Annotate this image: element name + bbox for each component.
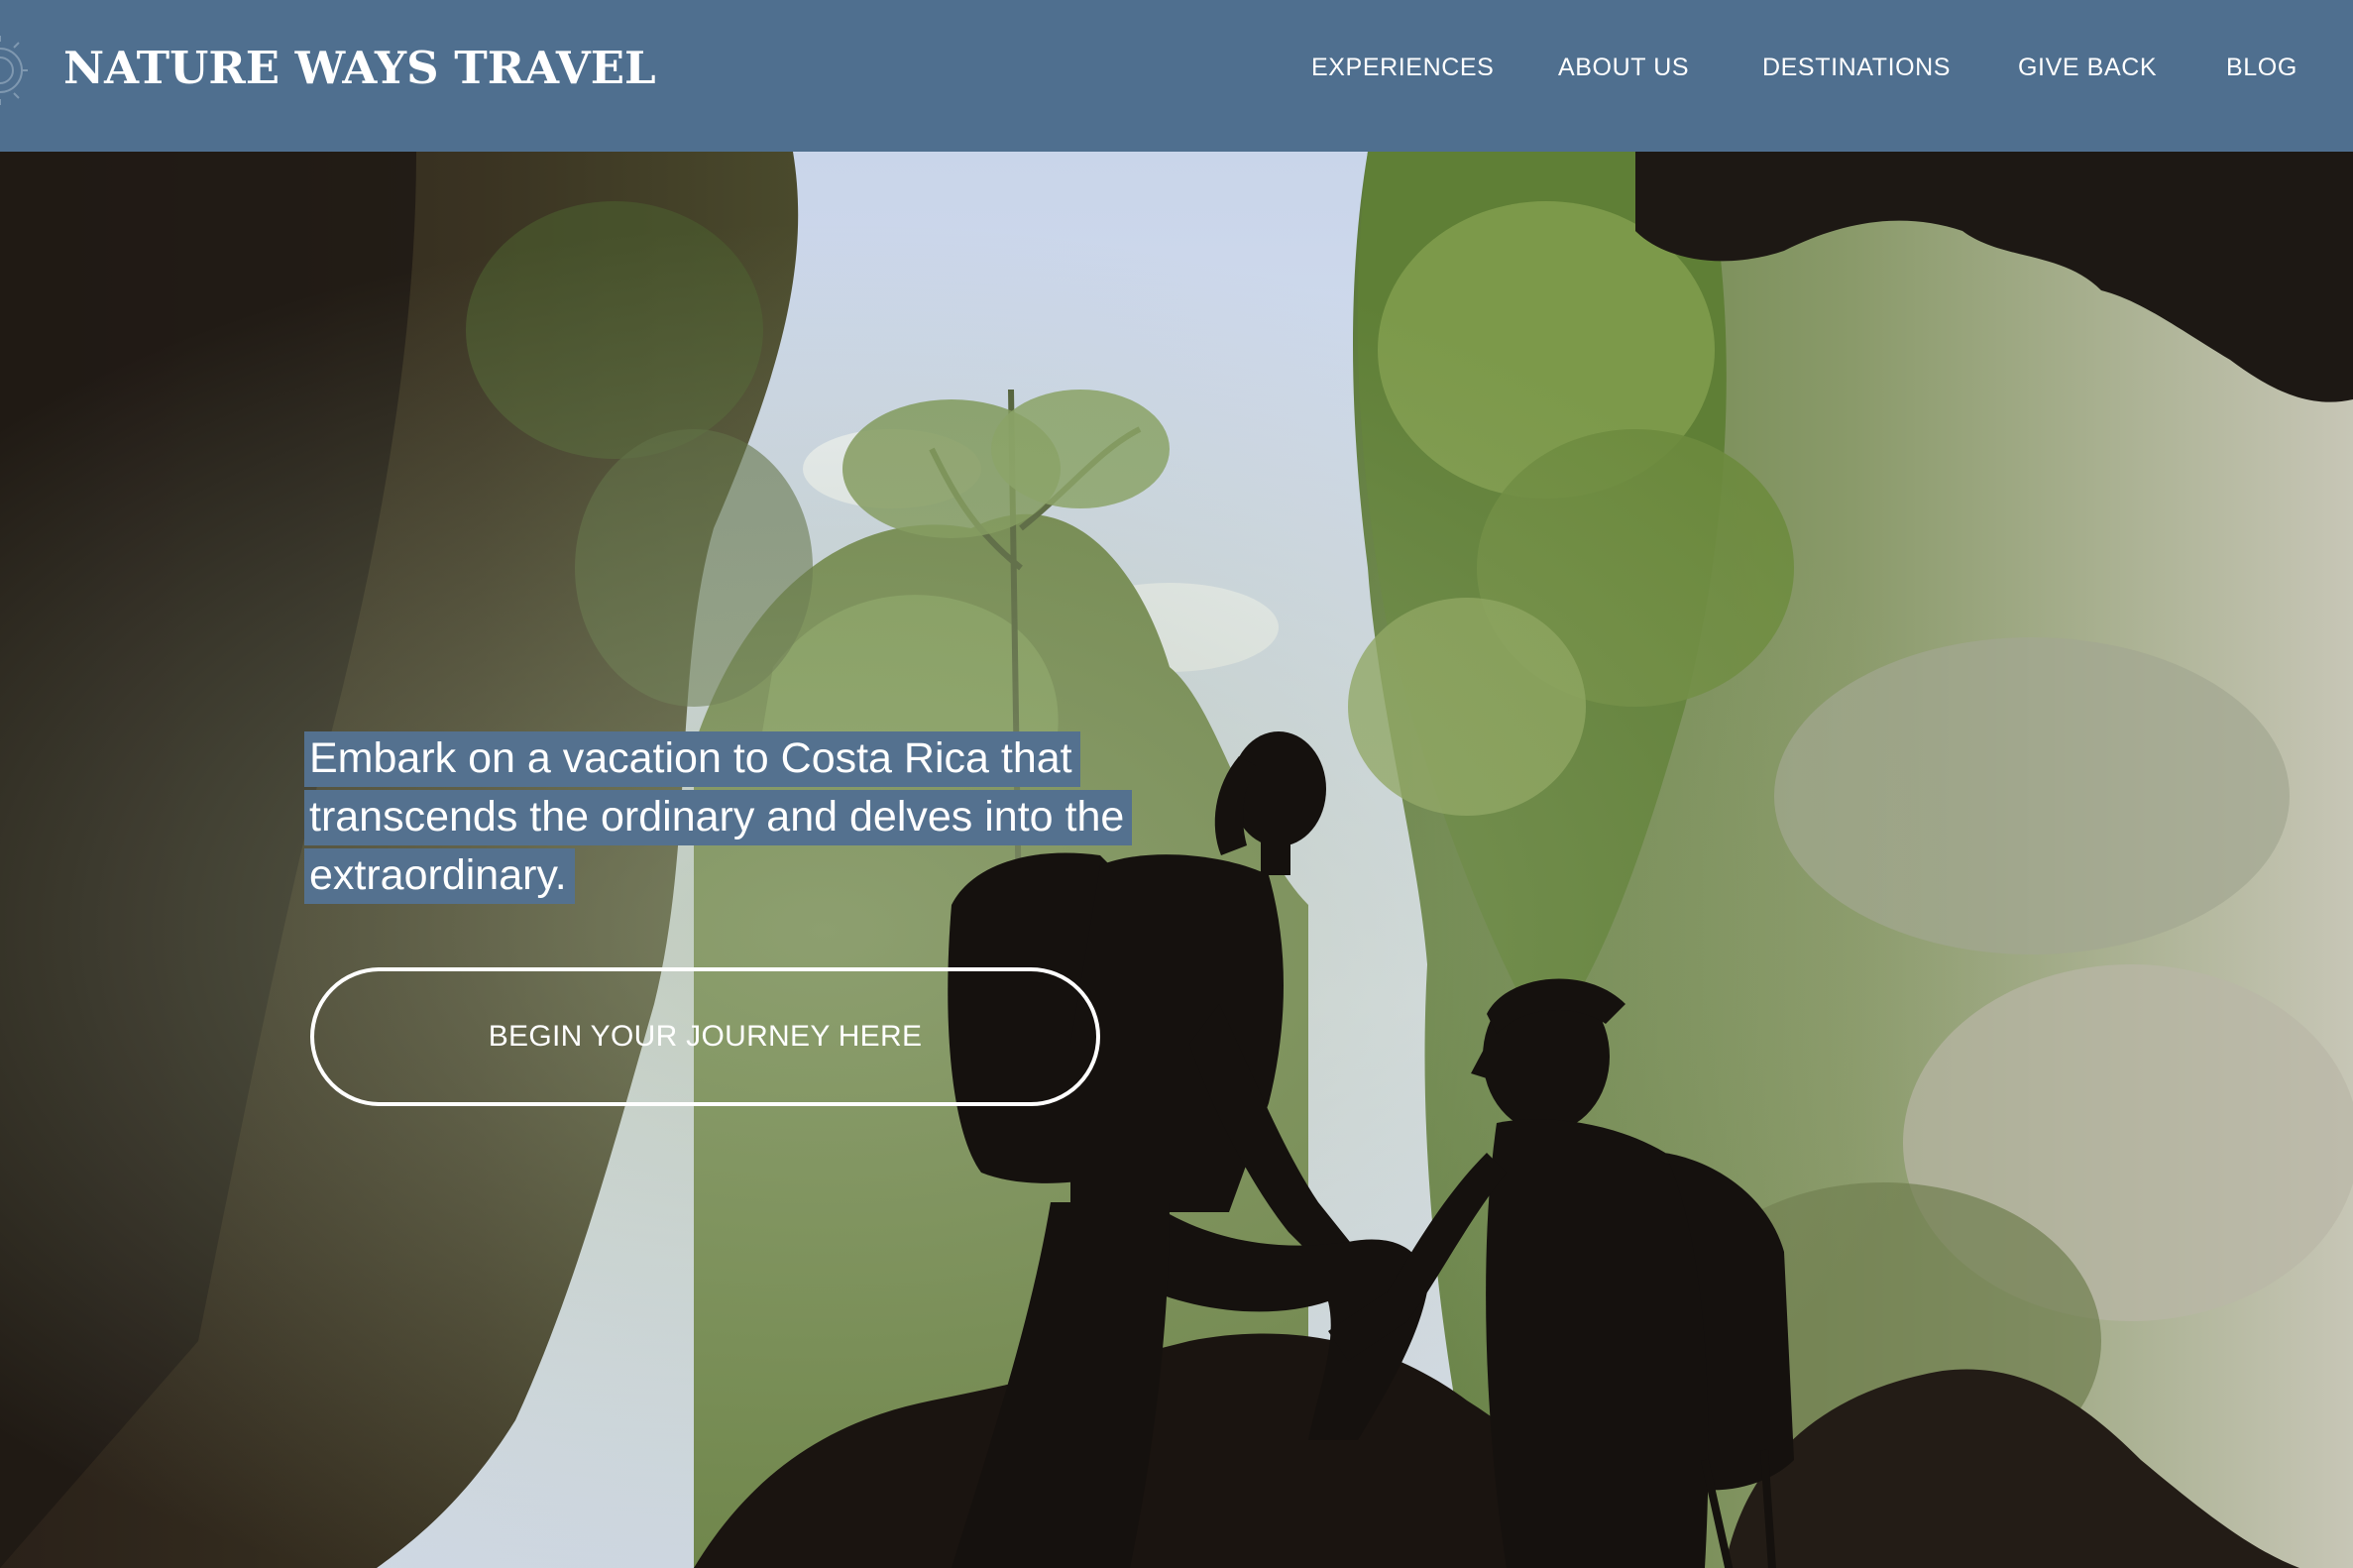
brand-logo[interactable]: NATURE WAYS TRAVEL xyxy=(63,42,656,95)
hero-tagline-line: transcends the ordinary and delves into … xyxy=(304,790,1133,845)
begin-journey-button[interactable]: BEGIN YOUR JOURNEY HERE xyxy=(310,967,1100,1106)
nav-destinations[interactable]: DESTINATIONS xyxy=(1762,52,1951,83)
hero-tagline-line: extraordinary. xyxy=(304,848,575,904)
hero-tagline-line: Embark on a vacation to Costa Rica that xyxy=(304,731,1080,787)
nav-experiences[interactable]: EXPERIENCES xyxy=(1311,52,1494,83)
site-header: NATURE WAYS TRAVEL EXPERIENCES ABOUT US … xyxy=(0,0,2353,152)
hero-tagline: Embark on a vacation to Costa Rica that … xyxy=(304,729,1216,905)
page: NATURE WAYS TRAVEL EXPERIENCES ABOUT US … xyxy=(0,0,2353,1568)
nav-blog[interactable]: BLOG xyxy=(2226,52,2297,83)
nav-give-back[interactable]: GIVE BACK xyxy=(2018,52,2157,83)
nav-about-us[interactable]: ABOUT US xyxy=(1558,52,1689,83)
sun-emblem-icon[interactable] xyxy=(0,34,40,107)
hero-section: Embark on a vacation to Costa Rica that … xyxy=(0,152,2353,1568)
